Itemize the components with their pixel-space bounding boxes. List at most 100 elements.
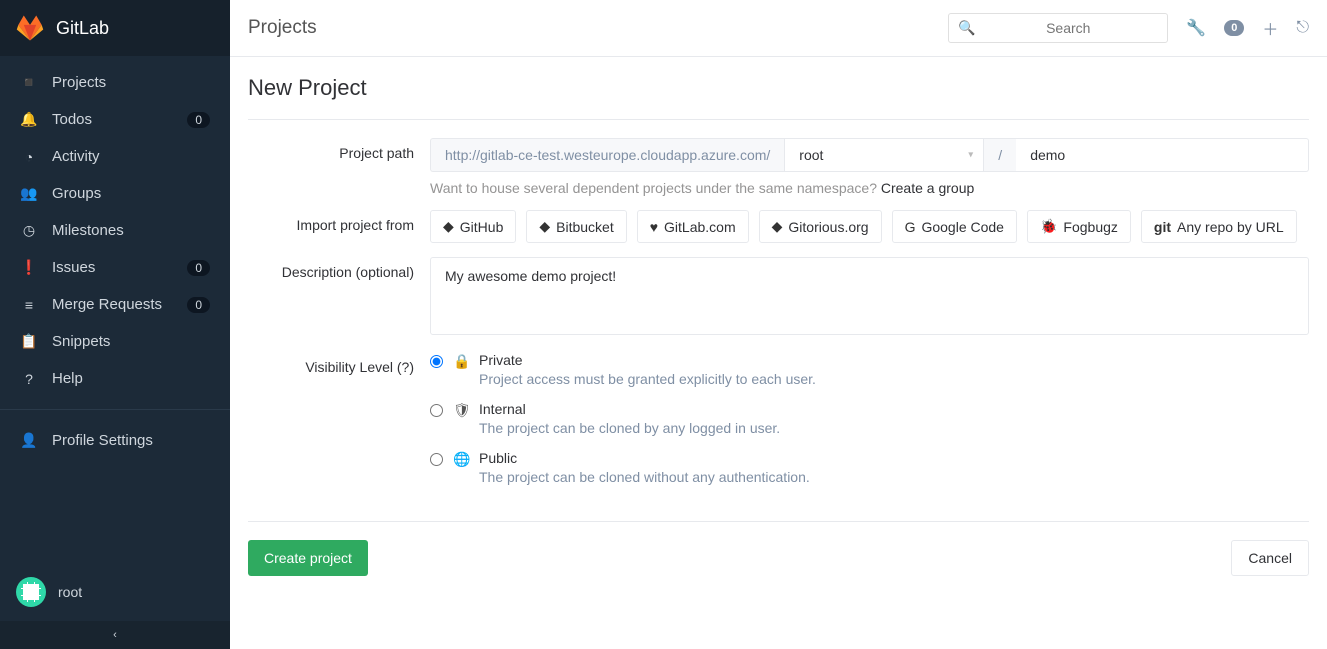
sidebar-item-label: Activity <box>52 148 210 165</box>
sidebar-item-profile-settings[interactable]: 👤 Profile Settings <box>0 422 230 459</box>
visibility-radio-internal[interactable] <box>430 404 443 417</box>
admin-wrench-button[interactable]: 🔧 <box>1186 18 1206 38</box>
visibility-title: Internal <box>479 401 780 417</box>
google-icon: G <box>905 219 916 235</box>
topbar: Projects 🔍 🔧 0 ＋ ⎋ <box>230 0 1327 57</box>
sidebar-item-issues[interactable]: ❗ Issues 0 <box>0 249 230 286</box>
sidebar-item-label: Milestones <box>52 222 210 239</box>
import-heart-button[interactable]: ♥ GitLab.com <box>637 210 749 243</box>
sidebar-item-label: Projects <box>52 74 210 91</box>
sidebar-item-label: Profile Settings <box>52 432 210 449</box>
todos-count-badge: 0 <box>1224 20 1244 36</box>
divider <box>0 409 230 410</box>
search-wrap: 🔍 <box>948 13 1168 43</box>
sidebar-collapse-button[interactable]: ‹ <box>0 621 230 649</box>
path-separator: / <box>984 138 1016 172</box>
visibility-option-public: 🌐PublicThe project can be cloned without… <box>430 450 1309 485</box>
brand-name: GitLab <box>56 18 109 39</box>
private-visibility-icon: 🔒 <box>453 353 469 370</box>
gitorious-icon: ◆ <box>772 218 783 235</box>
sidebar-item-todos[interactable]: 🔔 Todos 0 <box>0 101 230 138</box>
divider <box>248 119 1309 120</box>
internal-visibility-icon: 🛡 <box>453 402 469 419</box>
git-icon: git <box>1154 219 1171 235</box>
import-bitbucket-button[interactable]: ◆ Bitbucket <box>526 210 626 243</box>
visibility-title: Private <box>479 352 816 368</box>
create-project-button[interactable]: Create project <box>248 540 368 576</box>
import-button-label: Any repo by URL <box>1177 219 1284 235</box>
bug-icon: 🐞 <box>1040 218 1057 235</box>
gitlab-logo-icon <box>16 14 44 42</box>
bitbucket-icon: ◆ <box>539 218 550 235</box>
import-button-label: GitHub <box>460 219 504 235</box>
clock-icon: ◷ <box>20 222 38 239</box>
label-visibility: Visibility Level (?) <box>248 352 430 499</box>
list-icon: ≡ <box>20 297 38 313</box>
namespace-select[interactable]: root <box>784 138 984 172</box>
username: root <box>58 584 82 600</box>
page-context-title: Projects <box>248 17 948 39</box>
new-button[interactable]: ＋ <box>1262 16 1278 40</box>
heart-icon: ♥ <box>650 219 658 235</box>
description-textarea[interactable] <box>430 257 1309 335</box>
sidebar-item-projects[interactable]: ◾ Projects <box>0 64 230 101</box>
import-button-label: Gitorious.org <box>788 219 868 235</box>
sidebar-item-merge-requests[interactable]: ≡ Merge Requests 0 <box>0 286 230 323</box>
visibility-desc: Project access must be granted explicitl… <box>479 371 816 387</box>
visibility-option-private: 🔒 Private Project access must be granted e… <box>430 352 1309 387</box>
namespace-hint: Want to house several dependent projects… <box>430 180 1309 196</box>
mr-badge: 0 <box>187 297 210 313</box>
label-project-path: Project path <box>248 138 430 196</box>
sidebar-nav: ◾ Projects 🔔 Todos 0 ◔ Activity 👥 Groups <box>0 56 230 563</box>
sidebar-item-label: Snippets <box>52 333 210 350</box>
public-visibility-icon: 🌐 <box>453 451 469 468</box>
import-button-label: Bitbucket <box>556 219 614 235</box>
namespace-selected: root <box>799 147 823 163</box>
visibility-radio-public[interactable] <box>430 453 443 466</box>
import-button-label: Google Code <box>921 219 1004 235</box>
import-gitorious-button[interactable]: ◆ Gitorious.org <box>759 210 882 243</box>
visibility-desc: The project can be cloned by any logged … <box>479 420 780 436</box>
wrench-icon: 🔧 <box>1186 18 1206 38</box>
sidebar-item-label: Issues <box>52 259 173 276</box>
sidebar-item-label: Help <box>52 370 210 387</box>
label-import: Import project from <box>248 210 430 243</box>
sidebar-item-activity[interactable]: ◔ Activity <box>0 138 230 175</box>
search-icon: 🔍 <box>958 20 975 37</box>
import-bug-button[interactable]: 🐞 Fogbugz <box>1027 210 1131 243</box>
base-url-addon: http://gitlab-ce-test.westeurope.cloudap… <box>430 138 784 172</box>
import-google-button[interactable]: G Google Code <box>892 210 1017 243</box>
sidebar-item-label: Groups <box>52 185 210 202</box>
sidebar-user[interactable]: root <box>0 563 230 621</box>
create-group-link[interactable]: Create a group <box>881 180 974 196</box>
user-icon: 👤 <box>20 432 38 449</box>
sidebar-item-milestones[interactable]: ◷ Milestones <box>0 212 230 249</box>
cancel-button[interactable]: Cancel <box>1231 540 1309 576</box>
users-icon: 👥 <box>20 185 38 202</box>
chevron-left-icon: ‹ <box>113 629 117 641</box>
brand[interactable]: GitLab <box>0 0 230 56</box>
import-button-label: GitLab.com <box>664 219 736 235</box>
import-github-button[interactable]: ◆GitHub <box>430 210 516 243</box>
todos-count-button[interactable]: 0 <box>1224 20 1244 36</box>
bell-icon: 🔔 <box>20 111 38 128</box>
search-input[interactable] <box>948 13 1168 43</box>
bookmark-icon: ◾ <box>20 74 38 91</box>
row-visibility: Visibility Level (?) 🔒 Private Project acc… <box>248 352 1309 499</box>
sign-out-button[interactable]: ⎋ <box>1296 19 1309 37</box>
sidebar-item-label: Todos <box>52 111 173 128</box>
sidebar-item-label: Merge Requests <box>52 296 173 313</box>
sidebar: GitLab ◾ Projects 🔔 Todos 0 ◔ Activity <box>0 0 230 649</box>
visibility-radio-private[interactable] <box>430 355 443 368</box>
sidebar-item-snippets[interactable]: 📋 Snippets <box>0 323 230 360</box>
import-git-button[interactable]: git Any repo by URL <box>1141 210 1297 243</box>
row-description: Description (optional) <box>248 257 1309 338</box>
import-button-label: Fogbugz <box>1063 219 1117 235</box>
plus-icon: ＋ <box>1262 16 1278 40</box>
sidebar-item-groups[interactable]: 👥 Groups <box>0 175 230 212</box>
todos-badge: 0 <box>187 112 210 128</box>
clipboard-icon: 📋 <box>20 333 38 350</box>
sidebar-item-help[interactable]: ? Help <box>0 360 230 397</box>
project-path-input-group: http://gitlab-ce-test.westeurope.cloudap… <box>430 138 1309 172</box>
project-name-input[interactable] <box>1016 138 1309 172</box>
